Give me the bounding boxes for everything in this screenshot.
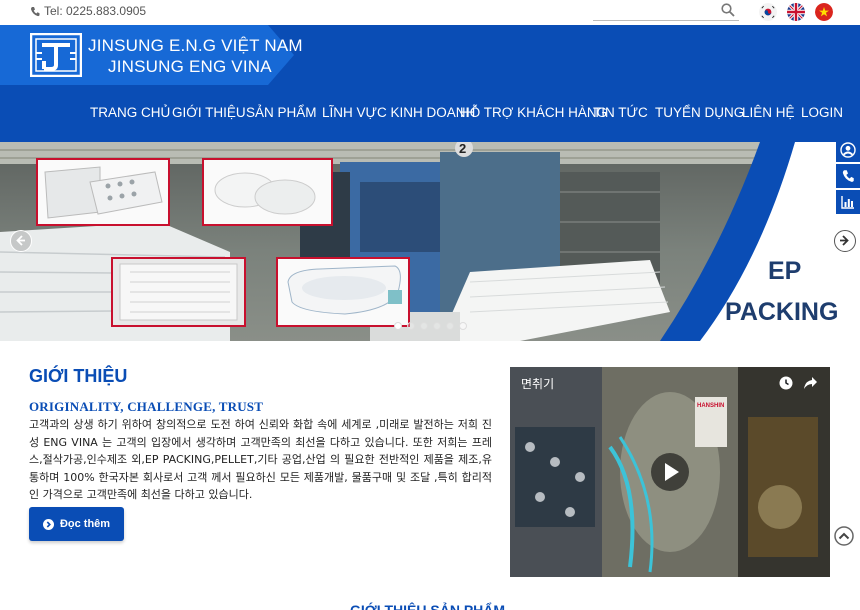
chevron-circle-right-icon xyxy=(42,518,54,530)
slider-dot-1[interactable] xyxy=(394,322,402,330)
brand-name-en: JINSUNG ENG VINA xyxy=(108,57,272,76)
intro-section-title: GIỚI THIỆU xyxy=(29,366,128,386)
slider-dot-5[interactable] xyxy=(446,322,454,330)
product-inset-pallet xyxy=(111,257,246,327)
chevron-left-icon xyxy=(16,235,25,246)
slide-caption-line1: EP xyxy=(768,257,801,285)
search-input[interactable] xyxy=(593,3,717,21)
intro-slogan: ORIGINALITY, CHALLENGE, TRUST xyxy=(29,399,264,414)
slide-caption-line2: PACKING xyxy=(725,298,838,326)
nav-customer-support[interactable]: HỖ TRỢ KHÁCH HÀNG xyxy=(460,105,607,120)
read-more-button[interactable]: Đọc thêm xyxy=(29,507,124,541)
slider-dot-3[interactable] xyxy=(420,322,428,330)
next-section-title: GIỚI THIỆU SẢN PHẨM xyxy=(350,602,506,610)
top-bar: Tel: 0225.883.0905 xyxy=(0,0,860,25)
main-nav: TRANG CHỦ GIỚI THIỆU SẢN PHẨM LĨNH VỰC K… xyxy=(0,105,860,125)
call-button[interactable] xyxy=(836,164,860,190)
stats-button[interactable] xyxy=(836,190,860,216)
vietnam-flag-icon[interactable] xyxy=(815,3,833,21)
product-inset-tray xyxy=(202,158,333,226)
slider-next-button[interactable] xyxy=(834,230,856,252)
user-icon xyxy=(840,142,856,158)
hero-slider[interactable]: 2 EP PACKING xyxy=(0,142,860,341)
video-machine-label: HANSHIN xyxy=(697,403,724,409)
video-title: 면취기 xyxy=(521,377,555,391)
side-toolbar xyxy=(836,138,860,216)
machine-number: 2 xyxy=(459,142,466,156)
korean-flag-icon[interactable] xyxy=(759,3,777,21)
slider-image: 2 EP PACKING xyxy=(0,142,860,341)
watch-later-icon[interactable] xyxy=(779,376,793,390)
site-header: JINSUNG E.N.G VIỆT NAM JINSUNG ENG VINA … xyxy=(0,25,860,142)
nav-business-fields[interactable]: LĨNH VỰC KINH DOANH xyxy=(322,105,475,120)
intro-paragraph: 고객과의 상생 하기 위하여 창의적으로 도전 하여 신뢰와 화합 속에 세계로… xyxy=(29,418,492,501)
search-box[interactable] xyxy=(593,2,739,21)
video-thumbnail: HANSHIN xyxy=(510,367,830,577)
company-logo-icon[interactable] xyxy=(30,33,82,77)
nav-home[interactable]: TRANG CHỦ xyxy=(90,105,170,120)
nav-contact[interactable]: LIÊN HỆ xyxy=(742,105,795,120)
slider-dots xyxy=(394,322,467,330)
phone-number: Tel: 0225.883.0905 xyxy=(44,4,147,18)
nav-about[interactable]: GIỚI THIỆU xyxy=(172,105,246,120)
uk-flag-icon[interactable] xyxy=(787,3,805,21)
nav-login[interactable]: LOGIN xyxy=(801,105,843,120)
bar-chart-icon xyxy=(841,196,854,209)
nav-news[interactable]: TIN TỨC xyxy=(593,105,648,120)
scroll-top-icon[interactable] xyxy=(834,526,854,546)
slider-dot-2[interactable] xyxy=(407,322,415,330)
phone-contact[interactable]: Tel: 0225.883.0905 xyxy=(30,4,146,18)
share-icon[interactable] xyxy=(803,376,818,390)
product-inset-box xyxy=(36,158,170,226)
phone-icon xyxy=(842,170,854,182)
nav-products[interactable]: SẢN PHẨM xyxy=(246,105,317,120)
chevron-right-icon xyxy=(840,235,849,246)
phone-icon xyxy=(30,6,40,16)
slider-dot-4[interactable] xyxy=(433,322,441,330)
slider-prev-button[interactable] xyxy=(10,230,32,252)
nav-recruitment[interactable]: TUYỂN DỤNG xyxy=(655,105,744,120)
search-icon[interactable] xyxy=(721,3,735,17)
video-player[interactable]: HANSHIN 면취기 xyxy=(510,367,830,577)
brand-name-vn: JINSUNG E.N.G VIỆT NAM xyxy=(88,36,303,55)
account-button[interactable] xyxy=(836,138,860,164)
slider-dot-6[interactable] xyxy=(459,322,467,330)
read-more-label: Đọc thêm xyxy=(59,518,111,530)
product-inset-bathtub xyxy=(276,257,410,327)
